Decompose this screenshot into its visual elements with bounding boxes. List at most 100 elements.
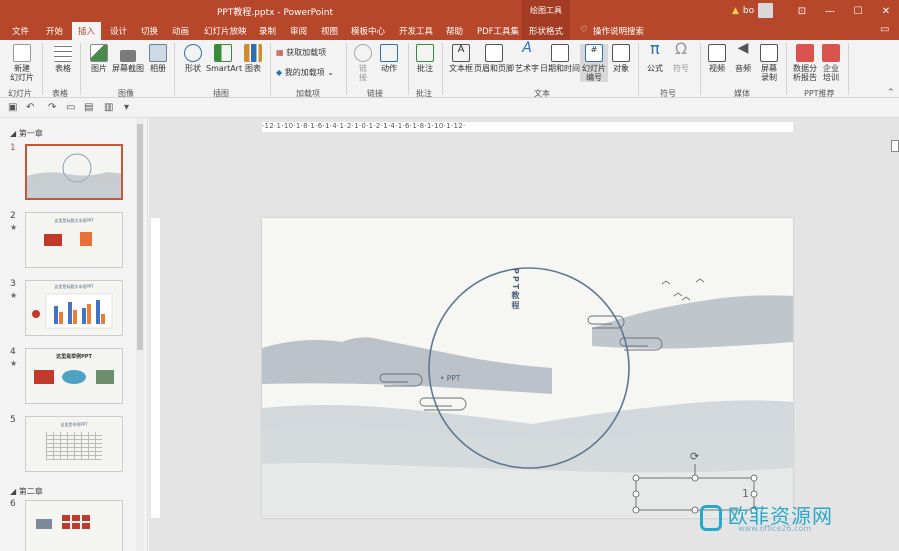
tab-record[interactable]: 录制	[259, 25, 276, 37]
symbol-icon: Ω	[674, 39, 688, 58]
slide-6-thumbnail[interactable]	[25, 500, 123, 551]
data-report-button[interactable]: 数据分 析报告	[792, 44, 818, 82]
rotate-handle-icon[interactable]: ⟳	[690, 450, 699, 463]
video-button[interactable]: 视频	[706, 44, 728, 73]
training-button[interactable]: 企业 培训	[820, 44, 842, 82]
tab-pdf-tools[interactable]: PDF工具集	[477, 25, 519, 37]
datetime-button[interactable]: 日期和时间	[540, 44, 580, 73]
pane-toggle-icon[interactable]	[891, 140, 899, 152]
wordart-button[interactable]: A 艺术字	[514, 40, 540, 73]
album-icon	[149, 44, 167, 62]
my-addins-button[interactable]: ◆ 我的加载项 ⌄	[276, 68, 334, 77]
tab-animations[interactable]: 动画	[172, 25, 189, 37]
slide-2-transition-icon: ★	[10, 223, 18, 232]
thumbnails-scrollbar[interactable]	[136, 118, 144, 551]
warning-icon: ▲	[732, 5, 739, 16]
group-links: 链接	[367, 89, 383, 98]
tab-view[interactable]: 视图	[321, 25, 338, 37]
tab-home[interactable]: 开始	[46, 25, 63, 37]
new-slide-icon	[13, 44, 31, 62]
horizontal-ruler: ·12·1·10·1·8·1·6·1·4·1·2·1·0·1·2·1·4·1·6…	[262, 122, 793, 132]
slide-5-title: 这里是举例PPT	[60, 422, 88, 427]
get-addins-button[interactable]: ▦ 获取加载项	[276, 48, 326, 57]
watermark-logo: 欧菲资源网 www.office26.com	[700, 500, 833, 533]
textbox-button[interactable]: A 文本框	[448, 44, 474, 73]
slide-4-title: 这里是举例PPT	[56, 354, 92, 360]
store-icon: ▦	[276, 48, 287, 57]
shapes-button[interactable]: 形状	[180, 44, 206, 73]
slide-1-canvas[interactable]: ⟳ PPT教程 • PPT 1	[262, 218, 793, 518]
drawing-tools-context: 绘图工具	[522, 0, 570, 22]
close-button[interactable]: ✕	[872, 0, 899, 22]
chart-button[interactable]: 图表	[242, 44, 264, 73]
link-button[interactable]: 链 接	[352, 44, 374, 82]
equation-button[interactable]: π 公式	[644, 41, 666, 74]
tab-design[interactable]: 设计	[110, 25, 127, 37]
screen-record-button[interactable]: 屏幕 录制	[758, 44, 780, 82]
tab-slideshow[interactable]: 幻灯片放映	[204, 25, 247, 37]
tab-insert[interactable]: 插入	[72, 22, 102, 40]
slide-number-placeholder[interactable]: 1	[742, 487, 749, 500]
tell-me-search[interactable]: 操作说明搜索	[593, 25, 644, 37]
slide-5-thumbnail[interactable]: 这里是举例PPT	[25, 416, 123, 472]
ribbon-display-button[interactable]: ⊡	[788, 0, 816, 22]
tab-review[interactable]: 审阅	[290, 25, 307, 37]
ribbon: 新建 幻灯片 表格 图片 屏幕截图 相册 图像 幻灯片 表格 形状 SmartA…	[0, 40, 899, 98]
minimize-button[interactable]: —	[816, 0, 844, 22]
wordart-icon: A	[522, 40, 532, 56]
album-button[interactable]: 相册	[146, 44, 170, 73]
slide-4-thumbnail[interactable]: 这里是举例PPT	[25, 348, 123, 404]
slide-number-button[interactable]: # 幻灯片 编号	[580, 44, 608, 82]
comments-icon[interactable]: ▭	[880, 24, 889, 35]
tab-template-center[interactable]: 模板中心	[351, 25, 385, 37]
lightbulb-icon: ♡	[580, 25, 588, 35]
slide-2-thumbnail[interactable]: 这里是标题文本框PPT	[25, 212, 123, 268]
table-button[interactable]: 表格	[50, 44, 76, 73]
customize-qat-icon[interactable]: ▾	[124, 102, 129, 113]
symbol-button[interactable]: Ω 符号	[670, 39, 692, 74]
header-footer-button[interactable]: 页眉和页脚	[474, 44, 514, 73]
tab-file[interactable]: 文件	[12, 25, 29, 37]
slide-thumbnails-pane: ◢ 第一章 1 2 ★ 这里是标题文本框PPT 3 ★ 这里是标题文本框PPT …	[0, 118, 148, 551]
picture-button[interactable]: 图片	[86, 44, 112, 73]
action-icon	[380, 44, 398, 62]
collapse-ribbon-icon[interactable]: ⌃	[887, 88, 895, 98]
textbox-icon: A	[452, 44, 470, 62]
new-slide-button[interactable]: 新建 幻灯片	[6, 44, 38, 82]
format-painter-icon[interactable]: ▥	[104, 102, 113, 113]
object-button[interactable]: 对象	[610, 44, 632, 73]
smartart-icon	[214, 44, 232, 62]
tab-developer[interactable]: 开发工具	[399, 25, 433, 37]
maximize-button[interactable]: ☐	[844, 0, 872, 22]
object-icon	[612, 44, 630, 62]
save-icon[interactable]: ▣	[8, 102, 17, 113]
screenshot-button[interactable]: 屏幕截图	[112, 44, 144, 73]
slide-5-table	[46, 432, 102, 460]
chart-icon	[244, 44, 262, 62]
link-icon	[354, 44, 372, 62]
datetime-icon	[551, 44, 569, 62]
start-slideshow-icon[interactable]: ▭	[66, 102, 75, 113]
slide-subtitle[interactable]: • PPT	[440, 374, 460, 383]
group-symbols: 符号	[660, 89, 676, 98]
slide-3-thumbnail[interactable]: 这里是标题文本框PPT	[25, 280, 123, 336]
ribbon-tabs: 文件 开始 插入 设计 切换 动画 幻灯片放映 录制 审阅 视图 模板中心 开发…	[0, 22, 899, 40]
action-button[interactable]: 动作	[378, 44, 400, 73]
tab-shape-format[interactable]: 形状格式	[522, 22, 571, 40]
touch-mode-icon[interactable]: ▤	[84, 102, 93, 113]
group-tables: 表格	[52, 89, 68, 98]
tab-transitions[interactable]: 切换	[141, 25, 158, 37]
comment-button[interactable]: 批注	[414, 44, 436, 73]
scrollbar-thumb[interactable]	[137, 124, 143, 350]
audio-button[interactable]: ◀ 音频	[732, 41, 754, 73]
tab-help[interactable]: 帮助	[446, 25, 463, 37]
redo-icon[interactable]: ↷	[48, 102, 56, 113]
slide-1-thumbnail[interactable]	[25, 144, 123, 200]
section-2-header[interactable]: ◢ 第二章	[10, 486, 43, 497]
slide-vertical-title[interactable]: PPT教程	[507, 268, 521, 311]
section-1-header[interactable]: ◢ 第一章	[10, 128, 43, 139]
account[interactable]: ▲ bo	[732, 3, 774, 18]
undo-icon[interactable]: ↶	[26, 102, 34, 113]
window-title: PPT教程.pptx - PowerPoint	[217, 8, 334, 18]
smartart-button[interactable]: SmartArt	[206, 44, 242, 73]
